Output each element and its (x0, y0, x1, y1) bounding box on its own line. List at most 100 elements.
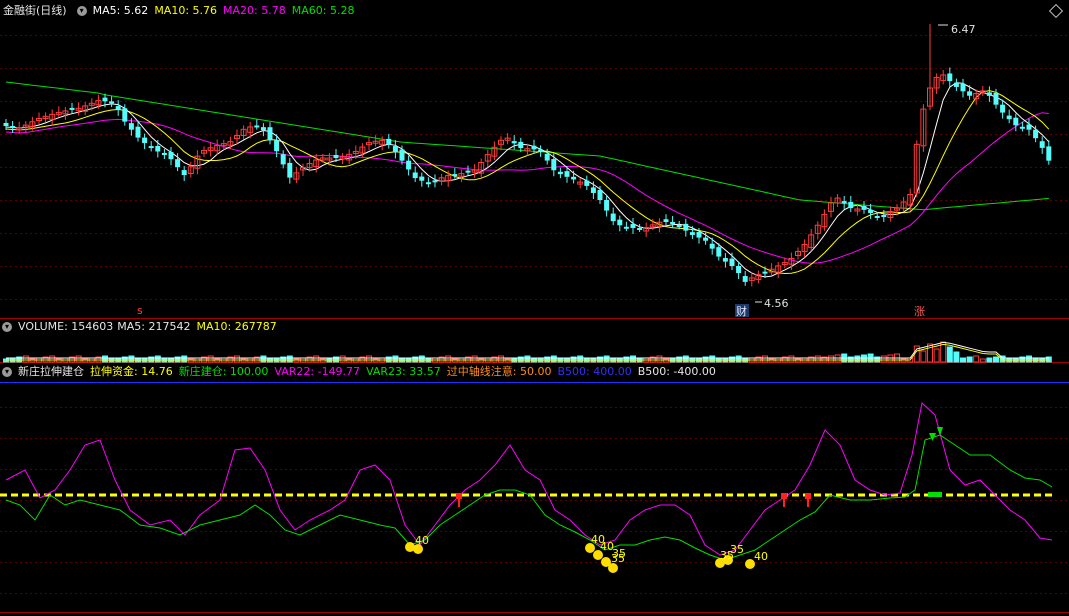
candle-body (392, 146, 398, 153)
candle-body (531, 145, 537, 150)
jiancang-bar (928, 492, 942, 497)
signal-value-label: 40 (415, 534, 429, 547)
candle-body (274, 140, 280, 152)
candle-body (511, 141, 517, 144)
candle-body (386, 138, 392, 145)
volume-bar (471, 355, 478, 363)
signal-value-label: 40 (754, 550, 768, 563)
candle-body (1006, 115, 1012, 120)
volume-bar (735, 355, 742, 363)
candle-body (683, 223, 689, 231)
candle-body (122, 108, 128, 122)
candle-body (465, 170, 471, 173)
candle-body (993, 92, 999, 105)
volume-bar (854, 355, 861, 363)
candle-body (109, 101, 115, 104)
candle-body (419, 176, 425, 181)
volume-bar (979, 358, 986, 363)
signal-value-label: 35 (730, 543, 744, 556)
volume-bar (656, 355, 663, 363)
candle-body (333, 155, 339, 158)
candle-body (432, 180, 438, 183)
candle-body (716, 247, 722, 257)
candle-body (102, 97, 108, 102)
volume-bar (418, 355, 425, 363)
volume-bar (986, 357, 993, 363)
candle-body (874, 215, 880, 218)
candle-body (868, 209, 874, 213)
high-price-label: 6.47 (951, 23, 976, 36)
volume-bar (498, 355, 504, 363)
volume-bar (207, 355, 214, 363)
candle-body (538, 149, 544, 152)
signal-value-label: 35 (612, 547, 626, 560)
candle-body (135, 126, 141, 138)
red-arrow-body (781, 493, 787, 499)
candle-body (518, 141, 524, 149)
volume-bar (366, 355, 372, 363)
candle-body (254, 125, 260, 128)
volume-bar (920, 350, 927, 363)
candle-body (861, 205, 867, 210)
volume-bar (260, 355, 267, 363)
candle-body (399, 149, 405, 161)
candle-body (881, 215, 887, 218)
candle-body (3, 123, 9, 126)
candle-body (1033, 129, 1039, 139)
volume-bar (286, 355, 293, 363)
candle-body (1026, 124, 1032, 130)
marker-zhang: 涨 (914, 305, 925, 318)
volume-bar (181, 355, 188, 363)
candle-body (947, 73, 953, 82)
candle-body (841, 201, 847, 204)
candle-body (986, 92, 992, 96)
candle-body (1019, 126, 1025, 129)
volume-bar (22, 355, 29, 363)
candle-body (967, 91, 973, 96)
candle-body (670, 222, 676, 224)
volume-bar (933, 348, 940, 363)
volume-bar (550, 355, 557, 363)
volume-bar (75, 355, 82, 363)
var22-line (5, 402, 1053, 556)
candle-body (280, 154, 286, 165)
volume-bar (709, 355, 716, 363)
candle-body (848, 201, 854, 209)
volume-bar (392, 355, 399, 363)
volume-bar (630, 355, 636, 363)
volume-bar (953, 351, 960, 363)
volume-bar (966, 356, 973, 363)
red-arrow-body (805, 493, 811, 499)
volume-bar (880, 355, 887, 363)
candle-body (128, 123, 134, 130)
candle-body (571, 176, 577, 180)
volume-bar (524, 355, 531, 363)
candle-body (597, 189, 603, 200)
candle-body (1046, 146, 1052, 161)
candle-body (1013, 117, 1019, 126)
volume-bar (1026, 355, 1032, 363)
candle-body (260, 127, 266, 131)
candle-body (722, 258, 728, 262)
volume-bar (927, 343, 933, 363)
candle-body (452, 174, 458, 177)
candle-body (1000, 104, 1006, 113)
volume-bar (234, 355, 240, 363)
candle-body (10, 126, 16, 128)
candle-body (590, 187, 596, 193)
candle-body (155, 145, 161, 152)
chart-canvas[interactable]: 40 404035 35354035 6.47 4.56 s 财 涨 (0, 0, 1069, 616)
volume-bar (814, 355, 821, 363)
candle-body (564, 171, 570, 177)
candle-body (267, 127, 273, 141)
volume-bar (577, 355, 584, 363)
candle-body (604, 200, 610, 211)
volume-bar (993, 356, 999, 363)
candle-body (406, 160, 412, 170)
volume-bar (762, 355, 768, 363)
candle-body (287, 162, 293, 178)
candle-body (960, 83, 966, 92)
volume-bar (339, 355, 346, 363)
marker-s: s (137, 304, 143, 317)
candle-body (584, 180, 590, 186)
